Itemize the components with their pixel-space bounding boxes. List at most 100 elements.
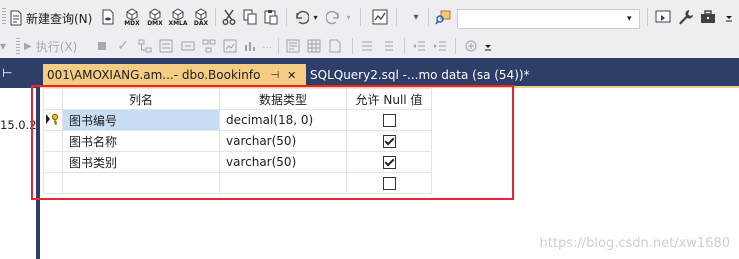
ellipsis-icon[interactable]: … [262,39,272,53]
stop-icon[interactable] [96,39,108,53]
row-selector[interactable] [43,151,63,173]
standard-toolbar: 新建查询(N) MDX DMX XMLA DAX ▾ ▾ ▾ ▾ [0,0,739,34]
cube-icon [126,7,138,20]
toolbar-separator [278,38,279,54]
cube-icon [149,7,161,20]
toolbar-separator [455,38,456,54]
toolbar-separator [352,38,353,54]
toolbar-separator [286,8,287,26]
allow-null-checkbox[interactable] [382,114,396,127]
new-query-button[interactable]: 新建查询(N) [8,9,92,27]
play-icon: ▶ [24,40,32,52]
tab-label: SQLQuery2.sql -...mo data (sa (54))* [310,68,530,82]
search-combobox[interactable]: ▾ [457,9,640,29]
data-type-header[interactable]: 数据类型 [219,88,347,110]
table-row[interactable]: 图书名称 varchar(50) [43,130,432,152]
table-row[interactable] [43,172,432,194]
allow-null-cell[interactable] [346,109,432,131]
row-selector[interactable] [43,172,63,194]
undo-icon[interactable] [292,8,310,26]
row-selector[interactable] [43,130,63,152]
visual-studio-icon[interactable] [654,8,672,26]
table-row[interactable]: 图书类别 varchar(50) [43,151,432,173]
allow-null-checkbox[interactable] [382,135,396,148]
watermark-text: https://blog.csdn.net/xw1680 [539,236,730,251]
dmx-query-button[interactable]: DMX [145,6,165,28]
solution-config-dropdown-icon[interactable]: ▾ [408,8,424,26]
mdx-query-button[interactable]: MDX [122,6,142,28]
results-to-text-icon[interactable] [285,37,301,55]
increase-indent-icon[interactable] [432,37,448,55]
tab-bookinfo-design[interactable]: 001\AMOXIANG.am...- dbo.Bookinfo ⊣ ✕ [43,64,306,86]
cube-icon [195,7,207,20]
new-query-label: 新建查询(N) [26,11,93,26]
sql-editor-toolbar: ▾ ▶ 执行(X) ✓ … [0,34,739,58]
toolbar-options-icon[interactable] [721,8,737,26]
column-name-header[interactable]: 列名 [62,88,220,110]
data-type-cell[interactable]: decimal(18, 0) [219,109,347,131]
intellisense-icon[interactable] [180,37,196,55]
row-selector[interactable] [43,109,63,131]
specify-template-values-icon[interactable] [463,37,479,55]
toolbar-separator [404,38,405,54]
new-query-icon [8,10,24,26]
allow-null-cell[interactable] [346,151,432,173]
comment-lines-icon[interactable] [359,37,375,55]
parse-checkmark-icon[interactable]: ✓ [116,37,130,55]
toolbar-overflow-icon[interactable]: ▾ [0,36,10,56]
uncomment-lines-icon[interactable] [380,37,396,55]
toolbar-separator [647,8,648,26]
toolbar-separator [396,8,397,26]
dax-query-button[interactable]: DAX [191,6,211,28]
toolbox-icon[interactable] [699,8,717,26]
estimated-plan-icon[interactable] [137,37,153,55]
find-in-files-icon[interactable] [434,8,452,26]
column-name-cell[interactable] [62,172,220,194]
execute-button[interactable]: ▶ 执行(X) [24,37,77,55]
tab-label: 001\AMOXIANG.am...- dbo.Bookinfo [47,68,261,82]
redo-icon[interactable] [325,8,343,26]
current-row-key-icon [46,113,60,125]
data-type-cell[interactable]: varchar(50) [219,151,347,173]
toolbar-separator [360,8,361,26]
allow-null-checkbox[interactable] [382,156,396,169]
results-to-file-icon[interactable] [327,37,343,55]
cut-icon[interactable] [220,8,238,26]
results-to-grid-icon[interactable] [306,37,322,55]
wrench-icon[interactable] [677,8,695,26]
row-header-corner [43,88,63,110]
client-stats-icon[interactable] [243,37,259,55]
pin-tab-icon[interactable]: ⊣ [270,70,279,81]
allow-null-checkbox[interactable] [382,177,396,190]
database-engine-query-icon[interactable] [99,8,117,26]
toolbar-options-icon[interactable] [482,40,494,54]
pin-icon[interactable]: ⊢ [2,62,36,84]
toolbar-grip[interactable] [16,38,20,54]
column-name-cell[interactable]: 图书类别 [62,151,220,173]
table-row[interactable]: 图书编号 decimal(18, 0) [43,109,432,131]
paste-icon[interactable] [262,8,280,26]
data-type-cell[interactable] [219,172,347,194]
actual-plan-icon[interactable] [201,37,217,55]
allow-null-header[interactable]: 允许 Null 值 [346,88,432,110]
toolbar-grip[interactable] [2,8,6,26]
grid-header-row: 列名 数据类型 允许 Null 值 [43,88,432,110]
decrease-indent-icon[interactable] [411,37,427,55]
xmla-query-button[interactable]: XMLA [167,6,189,28]
copy-icon[interactable] [241,8,259,26]
allow-null-cell[interactable] [346,130,432,152]
undo-dropdown-icon[interactable]: ▾ [311,11,320,23]
chevron-down-icon[interactable]: ▾ [627,14,639,24]
close-icon[interactable]: ✕ [287,69,296,82]
data-type-cell[interactable]: varchar(50) [219,130,347,152]
cube-icon [172,7,184,20]
tab-sqlquery2[interactable]: SQLQuery2.sql -...mo data (sa (54))* [310,64,570,86]
redo-dropdown-icon[interactable]: ▾ [344,11,353,23]
allow-null-cell[interactable] [346,172,432,194]
column-name-cell[interactable]: 图书名称 [62,130,220,152]
column-name-cell[interactable]: 图书编号 [62,109,220,131]
live-stats-icon[interactable] [222,37,238,55]
query-options-icon[interactable] [158,37,174,55]
activity-monitor-icon[interactable] [371,8,389,26]
column-definition-grid: 列名 数据类型 允许 Null 值 图书编号 decimal(18, 0) 图书… [43,88,432,194]
